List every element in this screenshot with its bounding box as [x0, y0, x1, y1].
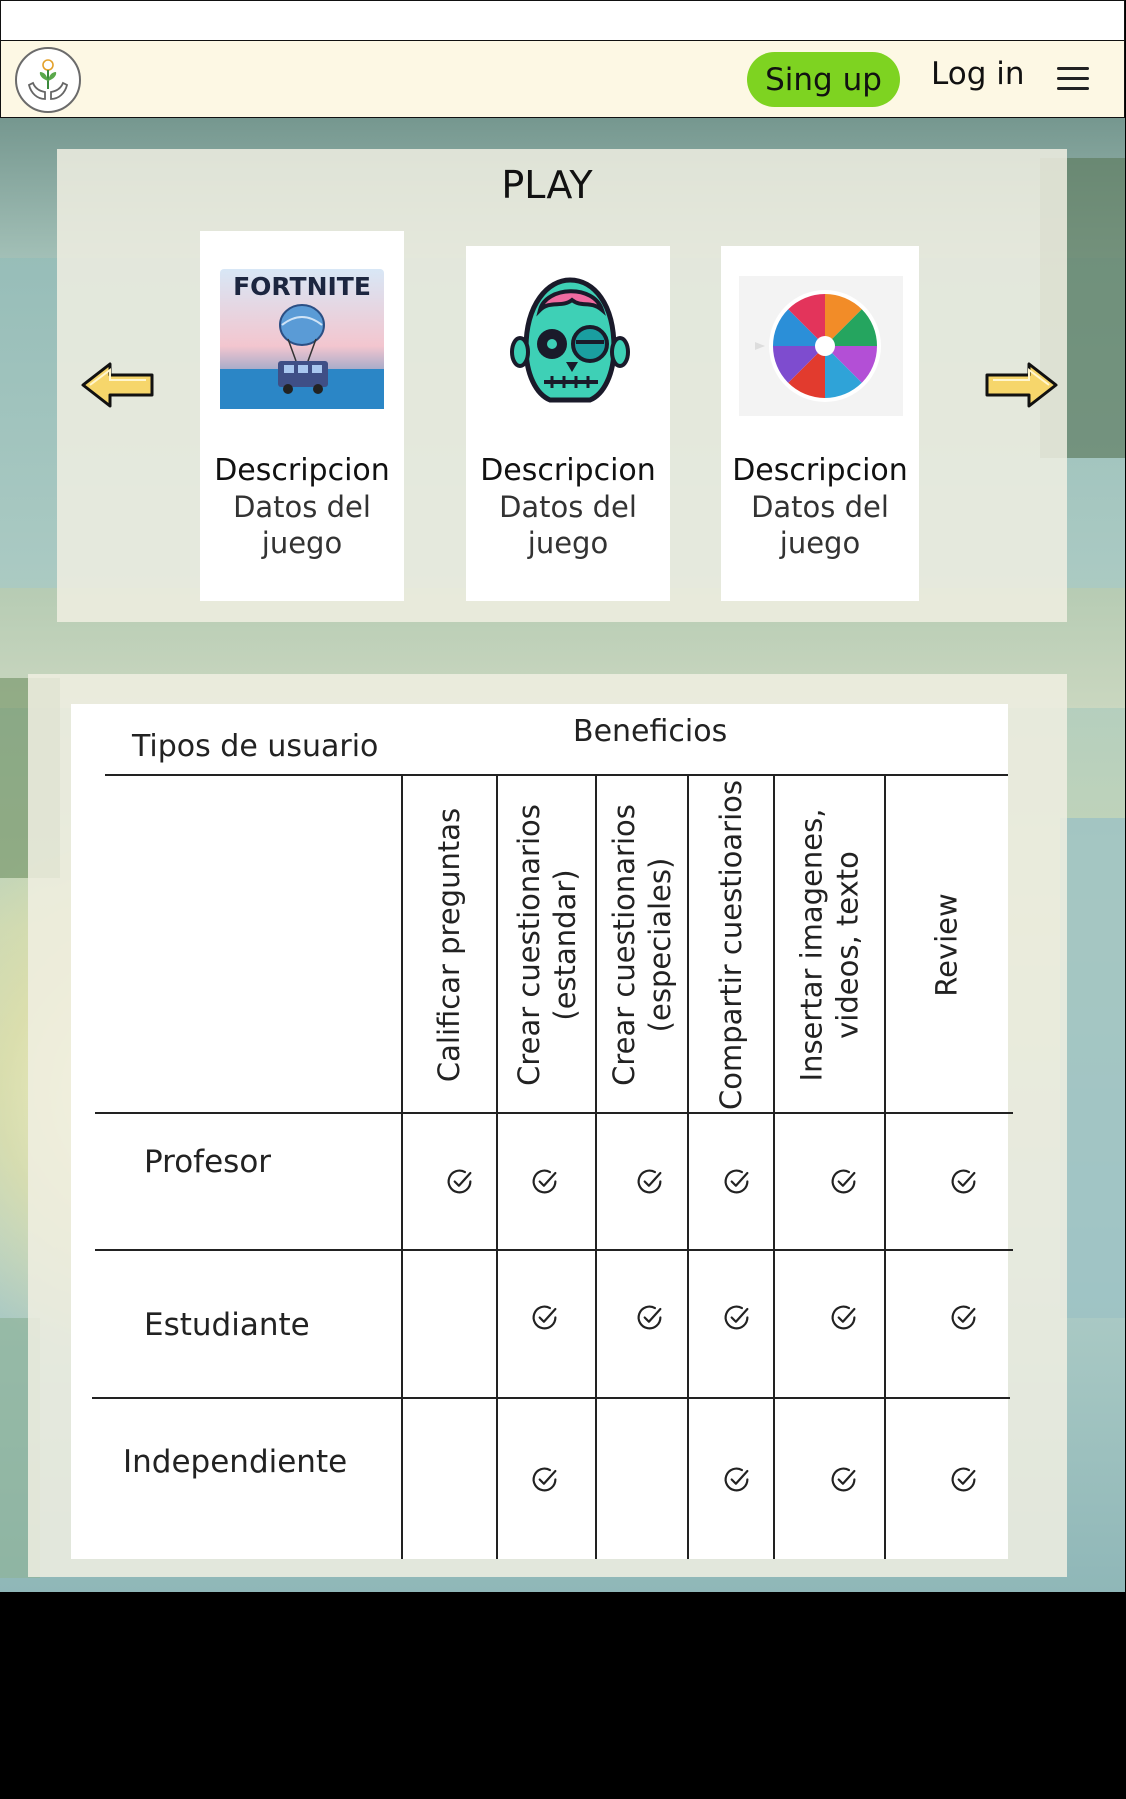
game-card[interactable]: FORTNITE Descripcion Datos del juego: [200, 231, 404, 601]
play-panel: PLAY FORTNITE Descripcion Datos del jueg…: [57, 149, 1067, 622]
arrow-left-icon[interactable]: [80, 360, 156, 410]
check-circle-icon: [724, 1467, 749, 1492]
row-label-independiente: Independiente: [123, 1444, 348, 1480]
zombie-skull-image: [510, 277, 630, 403]
signup-button[interactable]: Sing up: [747, 52, 900, 107]
check-circle-icon: [831, 1305, 856, 1330]
column-header: Compartir cuestioarios: [714, 780, 748, 1110]
footer: [0, 1592, 1126, 1799]
hamburger-menu-icon[interactable]: [1057, 67, 1089, 91]
row-label-profesor: Profesor: [144, 1144, 272, 1180]
benefits-table: Tipos de usuario Beneficios Calificar pr…: [71, 704, 1013, 1559]
check-circle-icon: [447, 1169, 472, 1194]
check-circle-icon: [951, 1305, 976, 1330]
navbar: Sing up Log in: [0, 40, 1125, 118]
column-header: Crear cuestionarios (estandar): [511, 804, 582, 1086]
card-description: Datos del juego: [233, 490, 371, 560]
game-card[interactable]: Descripcion Datos del juego: [466, 246, 670, 601]
check-circle-icon: [532, 1467, 557, 1492]
check-circle-icon: [831, 1467, 856, 1492]
column-group-header: Beneficios: [573, 714, 728, 749]
benefits-panel: Tipos de usuario Beneficios Calificar pr…: [28, 674, 1067, 1577]
check-circle-icon: [831, 1169, 856, 1194]
check-circle-icon: [951, 1467, 976, 1492]
row-header: Tipos de usuario: [132, 729, 379, 764]
svg-text:FORTNITE: FORTNITE: [233, 272, 371, 301]
fortnite-battle-bus-image: FORTNITE: [220, 269, 384, 409]
game-card[interactable]: Descripcion Datos del juego: [721, 246, 919, 601]
card-title: Descripcion: [732, 453, 908, 488]
spin-wheel-image: [739, 276, 903, 416]
logo-icon[interactable]: [15, 47, 81, 113]
check-circle-icon: [532, 1169, 557, 1194]
column-header: Insertar imagenes, videos, texto: [794, 808, 865, 1082]
column-header: Crear cuestionarios (especiales): [607, 804, 677, 1086]
login-link[interactable]: Log in: [931, 56, 1024, 92]
column-header: Review: [930, 893, 964, 997]
check-circle-icon: [637, 1305, 662, 1330]
card-description: Datos del juego: [499, 490, 637, 560]
row-label-estudiante: Estudiante: [144, 1307, 310, 1343]
card-title: Descripcion: [480, 453, 656, 488]
check-circle-icon: [724, 1169, 749, 1194]
card-description: Datos del juego: [751, 490, 889, 560]
check-circle-icon: [951, 1169, 976, 1194]
check-circle-icon: [532, 1305, 557, 1330]
check-circle-icon: [724, 1305, 749, 1330]
play-title: PLAY: [501, 163, 593, 207]
check-circle-icon: [637, 1169, 662, 1194]
top-bar: [0, 0, 1125, 41]
column-header: Calificar preguntas: [432, 807, 467, 1083]
arrow-right-icon[interactable]: [983, 360, 1059, 410]
card-title: Descripcion: [214, 453, 390, 488]
